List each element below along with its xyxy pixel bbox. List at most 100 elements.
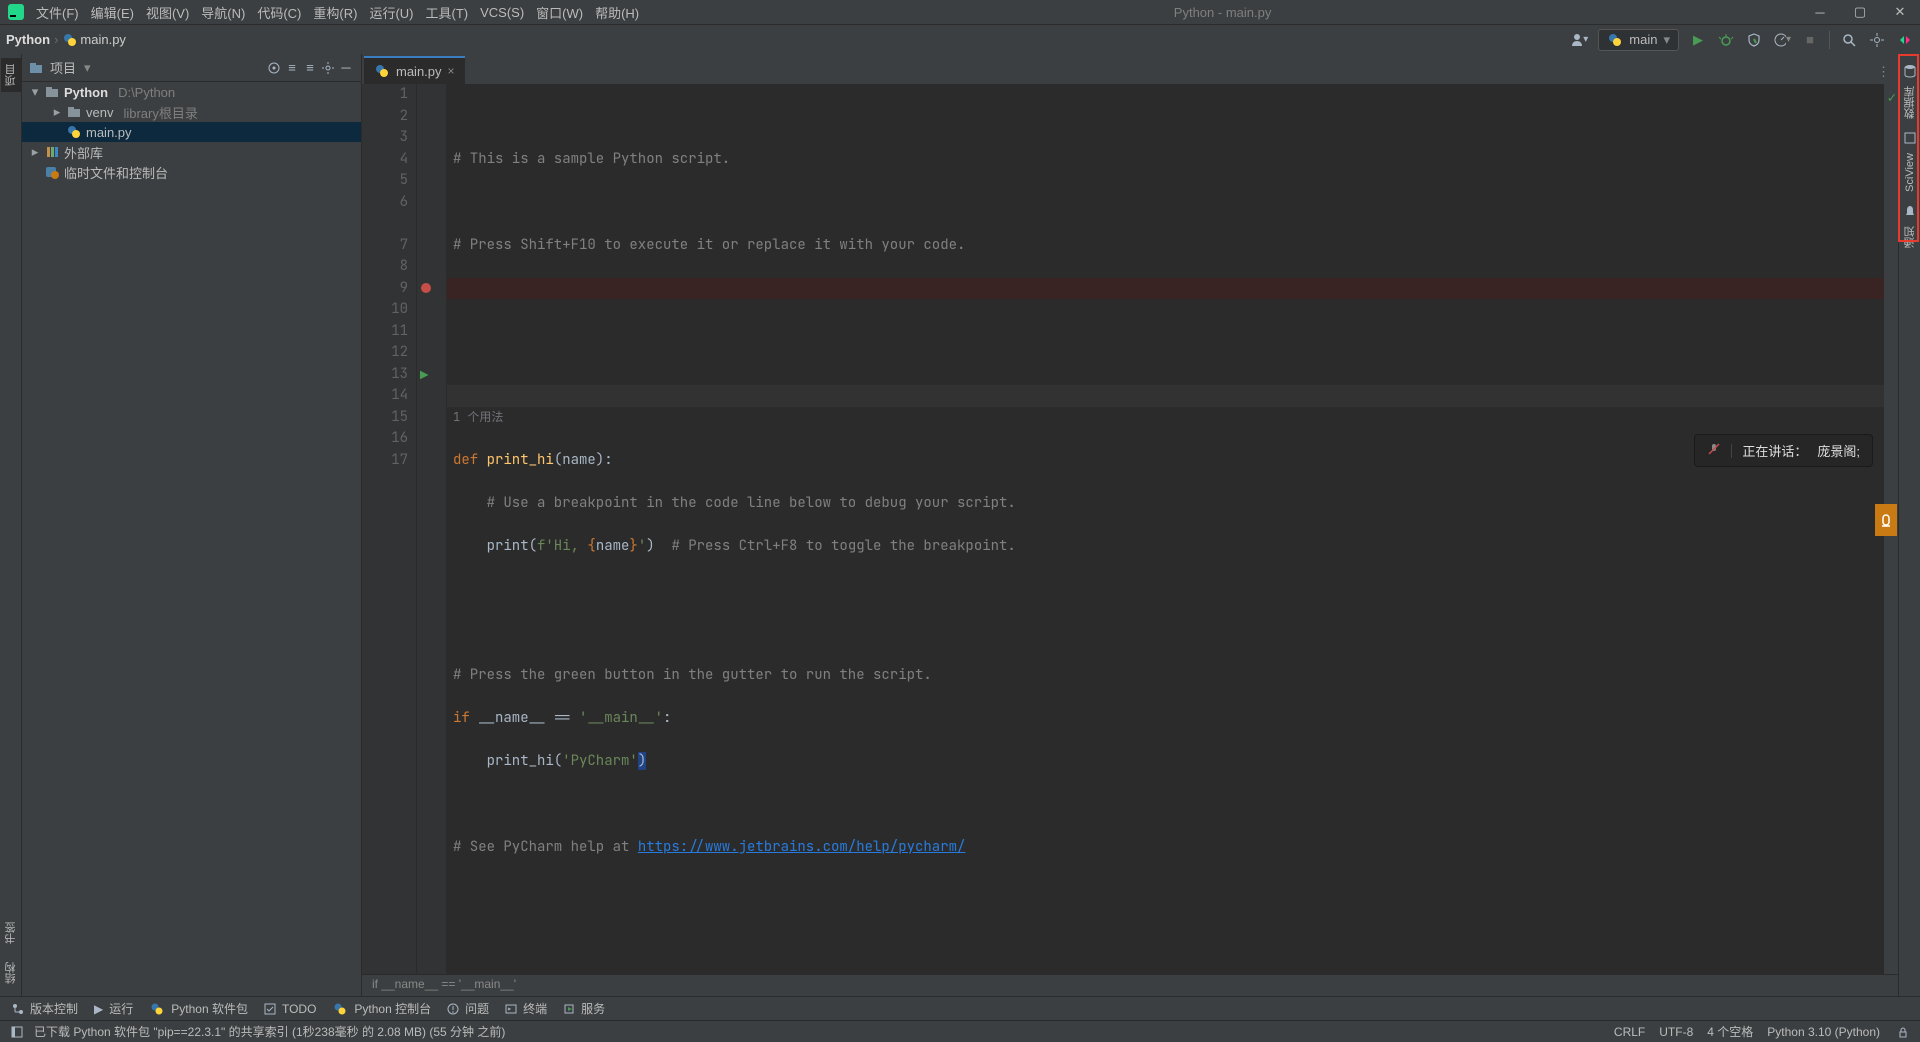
tree-venv-name: venv xyxy=(86,105,113,120)
menu-help[interactable]: 帮助(H) xyxy=(589,0,645,24)
settings-icon[interactable] xyxy=(1868,31,1886,49)
status-indent[interactable]: 4 个空格 xyxy=(1707,1023,1753,1040)
breadcrumb-file[interactable]: main.py xyxy=(80,32,126,47)
breakpoint-icon[interactable] xyxy=(421,283,431,293)
nav-toolbar: Python › main.py ▾ main ▾ ▶ ▾ ■ xyxy=(0,24,1920,54)
code-editor[interactable]: 123456 7891011121314151617 ▶ # This is a… xyxy=(362,84,1898,974)
tree-row-mainpy[interactable]: main.py xyxy=(22,122,361,142)
menu-file[interactable]: 文件(F) xyxy=(30,0,85,24)
menu-code[interactable]: 代码(C) xyxy=(251,0,307,24)
notification-toast[interactable] xyxy=(1875,504,1897,536)
bottom-terminal[interactable]: 终端 xyxy=(505,1000,547,1017)
toolwindows-toggle-icon[interactable] xyxy=(8,1023,26,1041)
bottom-tool-bar: 版本控制 ▶运行 Python 软件包 TODO Python 控制台 问题 终… xyxy=(0,996,1920,1020)
breadcrumb: Python › main.py xyxy=(6,32,126,48)
tab-mainpy[interactable]: main.py × xyxy=(364,56,465,84)
window-minimize-icon[interactable]: ─ xyxy=(1800,0,1840,24)
tree-scratch-label: 临时文件和控制台 xyxy=(64,163,168,182)
run-gutter-icon[interactable]: ▶ xyxy=(420,366,428,388)
tool-database[interactable]: 数据库 xyxy=(1902,80,1918,125)
lock-icon[interactable] xyxy=(1894,1023,1912,1041)
line-number-gutter: 123456 7891011121314151617 xyxy=(362,84,417,974)
left-tool-strip: 项目 书签 结构 xyxy=(0,54,22,996)
editor-area: main.py × ⋮ 123456 7891011121314151617 ▶… xyxy=(362,54,1898,996)
tree-row-venv[interactable]: ▸ venv library根目录 xyxy=(22,102,361,122)
tool-bookmarks[interactable]: 书签 xyxy=(3,916,19,950)
tab-menu-icon[interactable]: ⋮ xyxy=(1869,60,1898,84)
bottom-packages[interactable]: Python 软件包 xyxy=(149,1000,248,1017)
notifications-icon[interactable] xyxy=(1901,202,1919,220)
stop-icon[interactable]: ■ xyxy=(1801,31,1819,49)
bottom-console[interactable]: Python 控制台 xyxy=(332,1000,431,1017)
search-icon[interactable] xyxy=(1840,31,1858,49)
menu-refactor[interactable]: 重构(R) xyxy=(307,0,363,24)
tree-venv-hint: library根目录 xyxy=(123,103,197,122)
status-encoding[interactable]: UTF-8 xyxy=(1659,1025,1693,1039)
add-user-icon[interactable]: ▾ xyxy=(1570,31,1588,49)
voice-label: 正在讲话： xyxy=(1742,441,1807,460)
menu-view[interactable]: 视图(V) xyxy=(140,0,195,24)
hide-icon[interactable]: ─ xyxy=(337,59,355,77)
menu-vcs[interactable]: VCS(S) xyxy=(474,0,530,24)
tab-label: main.py xyxy=(396,64,442,79)
check-ok-icon: ✓ xyxy=(1888,88,1896,110)
tool-sciview[interactable]: SciView xyxy=(1904,147,1916,198)
python-file-icon xyxy=(1607,32,1623,48)
library-icon xyxy=(44,144,60,160)
chevron-right-icon: › xyxy=(54,32,58,47)
tree-row-root[interactable]: ▾ Python D:\Python xyxy=(22,82,361,102)
debug-icon[interactable] xyxy=(1717,31,1735,49)
menu-navigate[interactable]: 导航(N) xyxy=(195,0,251,24)
tree-row-extlib[interactable]: ▸ 外部库 xyxy=(22,142,361,162)
voice-popup: 正在讲话： 庞景阁; xyxy=(1694,434,1873,467)
database-tool-icon[interactable] xyxy=(1901,62,1919,80)
chevron-down-icon: ▾ xyxy=(1663,32,1670,48)
menu-window[interactable]: 窗口(W) xyxy=(530,0,589,24)
bottom-vcs[interactable]: 版本控制 xyxy=(12,1000,78,1017)
tool-project[interactable]: 项目 xyxy=(1,58,21,92)
status-interpreter[interactable]: Python 3.10 (Python) xyxy=(1767,1025,1880,1039)
tree-extlib-label: 外部库 xyxy=(64,143,103,162)
gear-icon[interactable] xyxy=(319,59,337,77)
window-title: Python - main.py xyxy=(645,5,1800,20)
collapse-all-icon[interactable]: ≡ xyxy=(301,59,319,77)
tool-structure[interactable]: 结构 xyxy=(3,956,19,990)
project-sidebar: 项目 ▾ ≡ ≡ ─ ▾ Python D:\Python ▸ venv lib… xyxy=(22,54,362,996)
profile-icon[interactable]: ▾ xyxy=(1773,31,1791,49)
menu-edit[interactable]: 编辑(E) xyxy=(85,0,140,24)
locate-icon[interactable] xyxy=(265,59,283,77)
expand-right-icon[interactable]: ▸ xyxy=(52,107,62,117)
code-content[interactable]: # This is a sample Python script. # Pres… xyxy=(447,84,1884,974)
expand-right-icon[interactable]: ▸ xyxy=(30,147,40,157)
window-maximize-icon[interactable]: ▢ xyxy=(1840,0,1880,24)
codewithme-icon[interactable] xyxy=(1896,31,1914,49)
tree-file-name: main.py xyxy=(86,125,132,140)
tool-notifications[interactable]: 通知 xyxy=(1902,220,1918,254)
bottom-services[interactable]: 服务 xyxy=(563,1000,605,1017)
chevron-down-icon[interactable]: ▾ xyxy=(84,60,91,76)
close-tab-icon[interactable]: × xyxy=(448,64,455,78)
run-icon[interactable]: ▶ xyxy=(1689,31,1707,49)
menu-tools[interactable]: 工具(T) xyxy=(419,0,474,24)
coverage-icon[interactable] xyxy=(1745,31,1763,49)
pycharm-logo-icon xyxy=(6,2,26,22)
breadcrumb-root[interactable]: Python xyxy=(6,32,50,47)
bottom-todo[interactable]: TODO xyxy=(264,1002,316,1016)
status-crlf[interactable]: CRLF xyxy=(1614,1025,1645,1039)
bottom-run[interactable]: ▶运行 xyxy=(94,1000,133,1017)
status-bar: 已下载 Python 软件包 "pip==22.3.1" 的共享索引 (1秒23… xyxy=(0,1020,1920,1042)
sciview-icon[interactable] xyxy=(1901,129,1919,147)
project-tree[interactable]: ▾ Python D:\Python ▸ venv library根目录 mai… xyxy=(22,82,361,996)
bottom-problems[interactable]: 问题 xyxy=(447,1000,489,1017)
mic-muted-icon xyxy=(1707,442,1721,459)
python-file-icon xyxy=(66,124,82,140)
expand-all-icon[interactable]: ≡ xyxy=(283,59,301,77)
run-config-selector[interactable]: main ▾ xyxy=(1598,29,1679,51)
project-icon xyxy=(28,60,44,76)
window-close-icon[interactable]: ✕ xyxy=(1880,0,1920,24)
expand-down-icon[interactable]: ▾ xyxy=(30,87,40,97)
right-tool-strip: 数据库 SciView 通知 xyxy=(1898,54,1920,996)
menu-run[interactable]: 运行(U) xyxy=(363,0,419,24)
editor-tabs: main.py × ⋮ xyxy=(362,54,1898,84)
tree-row-scratch[interactable]: 临时文件和控制台 xyxy=(22,162,361,182)
